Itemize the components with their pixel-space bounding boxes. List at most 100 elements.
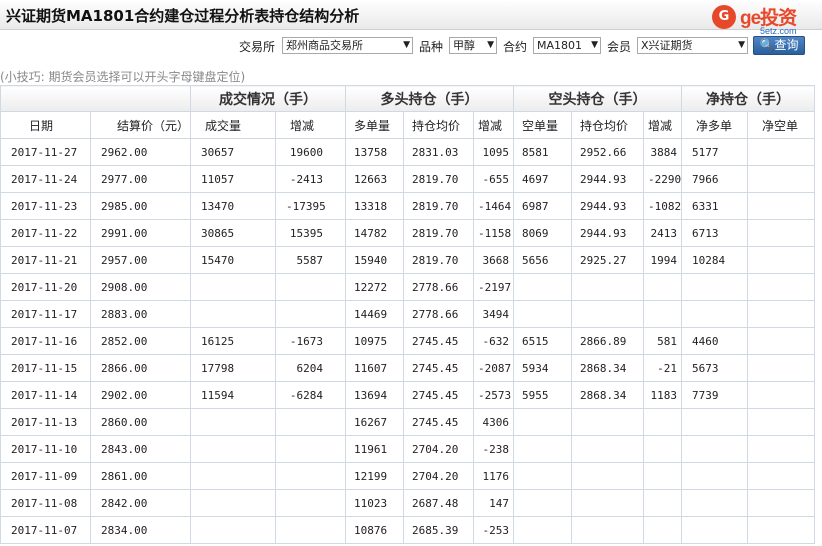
group-header-short: 空头持仓（手） xyxy=(513,85,682,112)
cell-settle: 2985.00 xyxy=(90,192,191,220)
cell-net-long: 7966 xyxy=(681,165,748,193)
cell-date: 2017-11-23 xyxy=(0,192,91,220)
cell-volume-chg: -1673 xyxy=(275,327,346,355)
cell-settle: 2834.00 xyxy=(90,516,191,544)
cell-settle: 2852.00 xyxy=(90,327,191,355)
variety-select[interactable]: 甲醇 ▼ xyxy=(449,37,497,54)
cell-net-short xyxy=(747,435,815,463)
cell-volume xyxy=(190,300,276,328)
cell-net-long: 7739 xyxy=(681,381,748,409)
cell-long-chg: -253 xyxy=(473,516,514,544)
variety-select-value: 甲醇 xyxy=(453,39,475,52)
cell-date: 2017-11-14 xyxy=(0,381,91,409)
cell-net-long xyxy=(681,273,748,301)
search-icon: 🔍 xyxy=(759,38,775,52)
cell-volume-chg xyxy=(275,408,346,436)
cell-long-qty: 11961 xyxy=(345,435,404,463)
cell-long-chg: -2573 xyxy=(473,381,514,409)
site-logo[interactable]: G ge投资 5etz.com xyxy=(712,3,818,37)
col-short-chg: 增减 xyxy=(643,111,682,139)
cell-short-avg xyxy=(571,462,644,490)
cell-long-avg: 2687.48 xyxy=(403,489,474,517)
cell-long-avg: 2745.45 xyxy=(403,354,474,382)
contract-select[interactable]: MA1801 ▼ xyxy=(533,37,601,54)
cell-date: 2017-11-07 xyxy=(0,516,91,544)
table-row: 2017-11-08 2842.00 11023 2687.48 147 xyxy=(0,489,815,517)
query-button[interactable]: 🔍查询 xyxy=(753,36,805,55)
cell-net-short xyxy=(747,489,815,517)
cell-long-avg: 2745.45 xyxy=(403,408,474,436)
logo-site: 5etz.com xyxy=(760,26,797,36)
cell-date: 2017-11-21 xyxy=(0,246,91,274)
cell-volume-chg xyxy=(275,300,346,328)
cell-date: 2017-11-20 xyxy=(0,273,91,301)
cell-short-avg: 2866.89 xyxy=(571,327,644,355)
cell-long-qty: 16267 xyxy=(345,408,404,436)
table-row: 2017-11-23 2985.00 13470 -17395 13318 2819.70… xyxy=(0,192,815,220)
col-volume: 成交量 xyxy=(190,111,276,139)
cell-short-chg xyxy=(643,435,682,463)
query-button-label: 查询 xyxy=(774,38,799,52)
cell-net-long xyxy=(681,489,748,517)
cell-long-qty: 10876 xyxy=(345,516,404,544)
cell-settle: 2883.00 xyxy=(90,300,191,328)
col-long-chg: 增减 xyxy=(473,111,514,139)
member-select[interactable]: X兴证期货 ▼ xyxy=(637,37,748,54)
group-header-long: 多头持仓（手） xyxy=(345,85,514,112)
title-bar: 兴证期货MA1801合约建仓过程分析表持仓结构分析 xyxy=(0,0,822,30)
cell-net-long xyxy=(681,408,748,436)
cell-volume xyxy=(190,273,276,301)
cell-long-avg: 2778.66 xyxy=(403,273,474,301)
cell-net-short xyxy=(747,219,815,247)
cell-long-chg: -238 xyxy=(473,435,514,463)
cell-long-qty: 10975 xyxy=(345,327,404,355)
cell-short-chg: -21 xyxy=(643,354,682,382)
cell-long-qty: 11607 xyxy=(345,354,404,382)
cell-long-avg: 2685.39 xyxy=(403,516,474,544)
cell-settle: 2843.00 xyxy=(90,435,191,463)
exchange-select[interactable]: 郑州商品交易所 ▼ xyxy=(282,37,413,54)
cell-volume-chg xyxy=(275,462,346,490)
logo-mark-icon: G xyxy=(712,5,736,29)
position-table: 成交情况（手） 多头持仓（手） 空头持仓（手） 净持仓（手） 日期 结算价（元）… xyxy=(0,85,815,544)
cell-net-short xyxy=(747,462,815,490)
table-row: 2017-11-16 2852.00 16125 -1673 10975 2745.45-… xyxy=(0,327,815,355)
table-row: 2017-11-21 2957.00 15470 5587 15940 2819.70 36… xyxy=(0,246,815,274)
cell-long-avg: 2745.45 xyxy=(403,381,474,409)
cell-short-qty: 8069 xyxy=(513,219,572,247)
cell-long-qty: 12663 xyxy=(345,165,404,193)
cell-short-qty xyxy=(513,516,572,544)
cell-volume-chg: 6204 xyxy=(275,354,346,382)
group-header-blank xyxy=(0,85,191,112)
cell-long-qty: 12272 xyxy=(345,273,404,301)
cell-volume: 15470 xyxy=(190,246,276,274)
cell-date: 2017-11-10 xyxy=(0,435,91,463)
table-row: 2017-11-14 2902.00 11594 -6284 13694 2745.45-… xyxy=(0,381,815,409)
cell-short-qty xyxy=(513,273,572,301)
cell-volume xyxy=(190,435,276,463)
cell-short-qty: 6987 xyxy=(513,192,572,220)
cell-net-short xyxy=(747,516,815,544)
cell-net-short xyxy=(747,165,815,193)
cell-short-avg: 2925.27 xyxy=(571,246,644,274)
cell-volume-chg: 15395 xyxy=(275,219,346,247)
cell-net-long: 5177 xyxy=(681,138,748,166)
cell-volume xyxy=(190,516,276,544)
table-row: 2017-11-20 2908.00 12272 2778.66 -2197 xyxy=(0,273,815,301)
cell-volume-chg: 5587 xyxy=(275,246,346,274)
cell-long-qty: 13318 xyxy=(345,192,404,220)
cell-settle: 2866.00 xyxy=(90,354,191,382)
cell-net-long xyxy=(681,516,748,544)
table-row: 2017-11-17 2883.00 14469 2778.66 3494 xyxy=(0,300,815,328)
cell-volume-chg xyxy=(275,435,346,463)
table-row: 2017-11-22 2991.00 30865 15395 14782 2819.70-… xyxy=(0,219,815,247)
cell-settle: 2860.00 xyxy=(90,408,191,436)
cell-long-avg: 2819.70 xyxy=(403,165,474,193)
cell-settle: 2991.00 xyxy=(90,219,191,247)
cell-short-qty: 4697 xyxy=(513,165,572,193)
cell-long-chg: -2087 xyxy=(473,354,514,382)
cell-volume-chg: -6284 xyxy=(275,381,346,409)
col-net-short: 净空单 xyxy=(747,111,815,139)
cell-net-short xyxy=(747,300,815,328)
cell-net-short xyxy=(747,138,815,166)
